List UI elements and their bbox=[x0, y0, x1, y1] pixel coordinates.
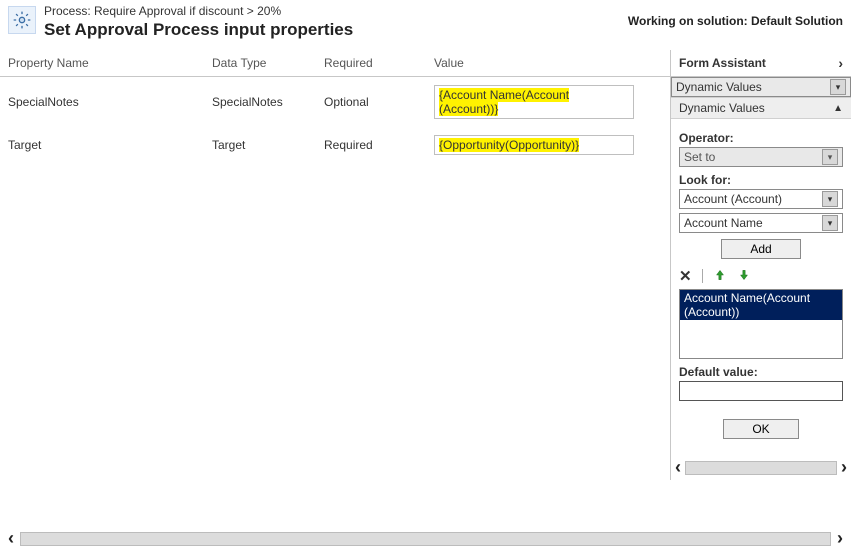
chevron-down-icon: ▾ bbox=[822, 215, 838, 231]
scroll-right-icon[interactable]: › bbox=[837, 528, 843, 549]
scroll-left-icon[interactable]: ‹ bbox=[8, 528, 14, 549]
form-assistant-panel: Form Assistant › Dynamic Values ▾ Dynami… bbox=[670, 50, 851, 480]
property-row[interactable]: SpecialNotes SpecialNotes Optional {Acco… bbox=[0, 77, 670, 127]
row-type: Target bbox=[204, 134, 316, 156]
default-value-label: Default value: bbox=[679, 365, 843, 379]
operator-select[interactable]: Set to ▾ bbox=[679, 147, 843, 167]
add-button[interactable]: Add bbox=[721, 239, 800, 259]
chevron-down-icon: ▾ bbox=[822, 191, 838, 207]
col-value: Value bbox=[426, 50, 670, 76]
process-icon bbox=[8, 6, 36, 34]
process-line: Process: Require Approval if discount > … bbox=[44, 4, 353, 18]
row-required: Required bbox=[316, 134, 426, 156]
list-item[interactable]: Account Name(Account (Account)) bbox=[680, 290, 842, 320]
page-title: Set Approval Process input properties bbox=[44, 20, 353, 40]
scroll-left-icon[interactable]: ‹ bbox=[675, 457, 681, 478]
properties-grid: Property Name Data Type Required Value S… bbox=[0, 50, 670, 480]
row-name: Target bbox=[0, 134, 204, 156]
scrollbar-horizontal[interactable] bbox=[20, 532, 831, 546]
col-property-name: Property Name bbox=[0, 50, 204, 76]
lookfor-label: Look for: bbox=[679, 173, 843, 187]
property-row[interactable]: Target Target Required {Opportunity(Oppo… bbox=[0, 127, 670, 163]
move-up-icon[interactable] bbox=[713, 268, 727, 285]
assistant-mode-value: Dynamic Values bbox=[676, 80, 762, 94]
default-value-input[interactable] bbox=[679, 381, 843, 401]
row-required: Optional bbox=[316, 91, 426, 113]
token: {Opportunity(Opportunity)} bbox=[439, 138, 579, 152]
selected-items-list[interactable]: Account Name(Account (Account)) bbox=[679, 289, 843, 359]
working-on-solution: Working on solution: Default Solution bbox=[628, 4, 843, 28]
lookfor-attribute-select[interactable]: Account Name ▾ bbox=[679, 213, 843, 233]
move-down-icon[interactable] bbox=[737, 268, 751, 285]
row-name: SpecialNotes bbox=[0, 91, 204, 113]
scroll-right-icon[interactable]: › bbox=[841, 457, 847, 478]
lookfor-entity-select[interactable]: Account (Account) ▾ bbox=[679, 189, 843, 209]
value-input[interactable]: {Account Name(Account (Account))} bbox=[434, 85, 634, 119]
chevron-down-icon: ▾ bbox=[822, 149, 838, 165]
token: {Account Name(Account (Account))} bbox=[439, 88, 569, 116]
lookfor-attribute-value: Account Name bbox=[684, 216, 763, 230]
scrollbar-horizontal[interactable] bbox=[685, 461, 837, 475]
assistant-mode-select[interactable]: Dynamic Values ▾ bbox=[671, 77, 851, 97]
form-assistant-title: Form Assistant bbox=[679, 56, 766, 70]
value-input[interactable]: {Opportunity(Opportunity)} bbox=[434, 135, 634, 155]
remove-icon[interactable]: ✕ bbox=[679, 267, 692, 285]
row-type: SpecialNotes bbox=[204, 91, 316, 113]
lookfor-entity-value: Account (Account) bbox=[684, 192, 782, 206]
chevron-down-icon: ▾ bbox=[830, 79, 846, 95]
separator bbox=[702, 269, 703, 283]
col-data-type: Data Type bbox=[204, 50, 316, 76]
section-title: Dynamic Values bbox=[679, 101, 765, 115]
operator-value: Set to bbox=[684, 150, 715, 164]
col-required: Required bbox=[316, 50, 426, 76]
chevron-right-icon[interactable]: › bbox=[838, 55, 843, 71]
collapse-icon[interactable]: ▲ bbox=[833, 103, 843, 114]
ok-button[interactable]: OK bbox=[723, 419, 798, 439]
operator-label: Operator: bbox=[679, 131, 843, 145]
